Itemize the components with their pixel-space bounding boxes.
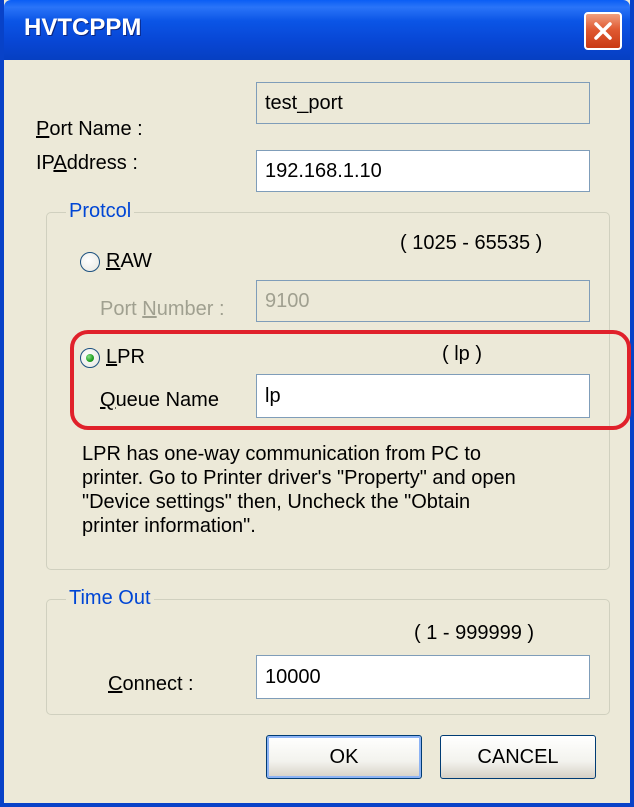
lpr-highlight-box bbox=[70, 330, 631, 430]
timeout-range: ( 1 - 999999 ) bbox=[414, 622, 535, 644]
ip-address-label: IPAddress : bbox=[36, 152, 138, 174]
window-title: HVTCPPM bbox=[24, 14, 142, 41]
raw-port-range: ( 1025 - 65535 ) bbox=[400, 232, 543, 254]
raw-radio-label[interactable]: RAW bbox=[106, 250, 152, 273]
lpr-note: LPR has one-way communication from PC to… bbox=[82, 442, 516, 538]
close-button[interactable] bbox=[584, 12, 622, 50]
lpr-note-line: printer information". bbox=[82, 515, 256, 537]
title-bar: HVTCPPM bbox=[4, 0, 630, 60]
connect-label: Connect : bbox=[108, 673, 194, 695]
port-number-field[interactable] bbox=[256, 280, 590, 322]
connect-timeout-field[interactable] bbox=[256, 655, 590, 699]
protocol-group-legend: Protcol bbox=[66, 200, 135, 223]
timeout-group-legend: Time Out bbox=[66, 587, 154, 610]
ip-address-field[interactable] bbox=[256, 150, 590, 192]
ok-button[interactable]: OK bbox=[266, 735, 422, 779]
port-name-label: Port Name : bbox=[36, 118, 143, 140]
cancel-button[interactable]: CANCEL bbox=[440, 735, 596, 779]
lpr-note-line: printer. Go to Printer driver's "Propert… bbox=[82, 467, 516, 489]
lpr-note-line: LPR has one-way communication from PC to bbox=[82, 443, 482, 465]
raw-radio[interactable] bbox=[80, 252, 100, 272]
close-x-icon bbox=[594, 22, 612, 40]
dialog-window: HVTCPPM Port Name : IPAddress : Protcol … bbox=[0, 0, 634, 807]
port-name-field[interactable] bbox=[256, 82, 590, 124]
lpr-note-line: "Device settings" then, Uncheck the "Obt… bbox=[82, 491, 471, 513]
port-number-label: Port Number : bbox=[100, 298, 225, 320]
